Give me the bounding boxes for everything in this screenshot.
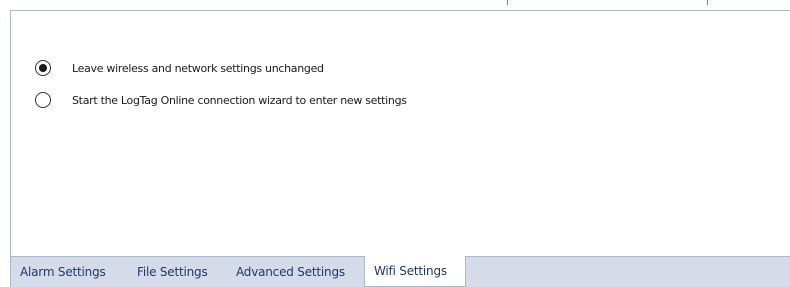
radio-dot — [39, 64, 47, 72]
radio-button-unchecked[interactable] — [35, 92, 51, 108]
radio-option-label[interactable]: Start the LogTag Online connection wizar… — [72, 94, 407, 107]
top-divider-mark — [707, 0, 708, 5]
tab-alarm-settings[interactable]: Alarm Settings — [11, 257, 115, 287]
wifi-settings-panel: Leave wireless and network settings unch… — [10, 10, 790, 257]
radio-option-start-wizard[interactable]: Start the LogTag Online connection wizar… — [35, 90, 407, 110]
radio-button-checked[interactable] — [35, 60, 51, 76]
tab-wifi-settings[interactable]: Wifi Settings — [364, 256, 466, 287]
settings-window: Leave wireless and network settings unch… — [0, 0, 790, 287]
top-edge — [0, 0, 790, 9]
top-divider-mark — [507, 0, 508, 5]
settings-tab-strip: Alarm Settings File Settings Advanced Se… — [10, 256, 790, 287]
radio-option-label[interactable]: Leave wireless and network settings unch… — [72, 62, 324, 75]
radio-option-leave-unchanged[interactable]: Leave wireless and network settings unch… — [35, 58, 324, 78]
tab-file-settings[interactable]: File Settings — [128, 257, 217, 287]
tab-advanced-settings[interactable]: Advanced Settings — [227, 257, 354, 287]
